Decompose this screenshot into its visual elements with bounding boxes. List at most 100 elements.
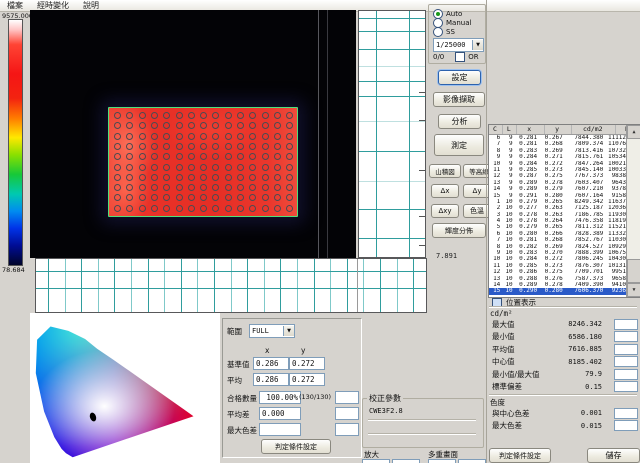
table-header-cell: C bbox=[489, 125, 503, 134]
measurement-point bbox=[286, 143, 293, 150]
measurement-point bbox=[212, 143, 219, 150]
menu-file[interactable]: 檔案 bbox=[0, 0, 30, 11]
measurement-point bbox=[262, 122, 269, 129]
radio-ss-icon[interactable] bbox=[433, 27, 443, 37]
scroll-up-icon[interactable]: ▲ bbox=[627, 125, 640, 139]
measurement-point bbox=[126, 174, 133, 181]
judge-result-box bbox=[335, 391, 359, 404]
or-checkbox[interactable] bbox=[455, 52, 465, 62]
multiscreen-field[interactable] bbox=[428, 459, 456, 463]
analyze-button[interactable]: 分析 bbox=[438, 114, 481, 129]
measurement-point bbox=[114, 184, 121, 191]
measurement-point bbox=[126, 153, 133, 160]
settings-button[interactable]: 設定 bbox=[438, 70, 481, 85]
profile-gridline bbox=[81, 259, 82, 312]
calibration-value: CWE3F2.8 bbox=[369, 407, 403, 415]
measurement-point bbox=[163, 164, 170, 171]
average-x-field[interactable]: 0.286 bbox=[253, 373, 289, 386]
measurement-point bbox=[262, 143, 269, 150]
judge-condition-button[interactable]: 判定條件設定 bbox=[261, 439, 331, 454]
measurement-point bbox=[126, 122, 133, 129]
measurement-point bbox=[139, 133, 146, 140]
shutter-select[interactable]: 1/25000 ▼ bbox=[433, 38, 484, 52]
profile-gridline bbox=[376, 11, 377, 257]
judge-condition-button[interactable]: 判定條件設定 bbox=[489, 448, 551, 463]
stats-panel: 最大值8246.342最小值6586.180平均值7616.885中心值8185… bbox=[492, 318, 638, 393]
measurement-point bbox=[200, 174, 207, 181]
ruler-tick bbox=[419, 120, 425, 121]
profile-gridline bbox=[359, 181, 425, 182]
chevron-down-icon[interactable]: ▼ bbox=[472, 40, 483, 50]
capture-settings-group: Auto Manual SS 1/25000 ▼ 0/0 OR bbox=[428, 4, 486, 64]
measurement-point bbox=[274, 122, 281, 129]
table-cell: 9236 bbox=[605, 288, 627, 294]
measurement-point bbox=[188, 184, 195, 191]
zoom-field[interactable] bbox=[392, 459, 420, 463]
measurement-point bbox=[212, 122, 219, 129]
measurement-point bbox=[188, 133, 195, 140]
measurement-point bbox=[139, 112, 146, 119]
zoom-field[interactable] bbox=[362, 459, 390, 463]
measurement-point bbox=[249, 184, 256, 191]
measurement-point bbox=[249, 164, 256, 171]
chevron-down-icon[interactable]: ▼ bbox=[283, 326, 294, 336]
range-label: 範圍 bbox=[227, 326, 242, 337]
measurement-table[interactable]: CLxycd/m2K 690.2810.2677844.38011112790.… bbox=[488, 124, 640, 298]
measurement-point bbox=[225, 133, 232, 140]
profile-cursor-line[interactable] bbox=[318, 10, 319, 258]
mountain-plot-button[interactable]: 山積図 bbox=[429, 164, 461, 178]
panel-divider bbox=[486, 0, 487, 463]
profile-gridline bbox=[181, 259, 182, 312]
measurement-point bbox=[200, 143, 207, 150]
measurement-point bbox=[262, 133, 269, 140]
capture-button[interactable]: 影像擷取 bbox=[433, 92, 485, 107]
average-label: 平均 bbox=[227, 375, 242, 386]
measurement-point bbox=[139, 174, 146, 181]
radio-ss-label: SS bbox=[446, 28, 455, 36]
luminance-dist-button[interactable]: 輝度分佈 bbox=[432, 223, 486, 238]
measurement-point bbox=[200, 122, 207, 129]
cie-panel bbox=[30, 313, 220, 463]
measurement-point bbox=[139, 164, 146, 171]
profile-gridline bbox=[164, 259, 165, 312]
profile-gridline bbox=[131, 259, 132, 312]
measurement-point bbox=[249, 153, 256, 160]
delta-xy-button[interactable]: Δxy bbox=[431, 204, 459, 218]
measurement-point bbox=[139, 205, 146, 212]
average-y-field[interactable]: 0.272 bbox=[289, 373, 325, 386]
measurement-point bbox=[200, 153, 207, 160]
measurement-point bbox=[114, 133, 121, 140]
table-row[interactable]: 15100.2900.2807606.3709236 bbox=[489, 288, 627, 294]
measurement-point bbox=[286, 184, 293, 191]
scroll-down-icon[interactable]: ▼ bbox=[627, 283, 640, 297]
range-select[interactable]: FULL ▼ bbox=[249, 324, 295, 338]
profile-cursor-line[interactable] bbox=[327, 10, 328, 258]
table-scrollbar[interactable]: ▲ ▼ bbox=[626, 125, 640, 297]
measure-button[interactable]: 測定 bbox=[434, 134, 484, 156]
radio-ss[interactable]: SS bbox=[433, 27, 455, 37]
measurement-point bbox=[286, 164, 293, 171]
measurement-point bbox=[274, 133, 281, 140]
save-button[interactable]: 儲存 bbox=[587, 448, 640, 463]
measurement-point bbox=[151, 205, 158, 212]
judge-result-box bbox=[335, 407, 359, 420]
measurement-point bbox=[212, 164, 219, 171]
measurement-point bbox=[212, 184, 219, 191]
image-view[interactable] bbox=[30, 10, 356, 258]
profile-gridline bbox=[36, 271, 426, 272]
measurement-point bbox=[225, 184, 232, 191]
judge-result-box bbox=[614, 408, 638, 419]
measurement-point bbox=[126, 194, 133, 201]
reference-x-field[interactable]: 0.286 bbox=[253, 357, 289, 370]
delta-x-button[interactable]: Δx bbox=[431, 184, 459, 198]
measurement-point bbox=[114, 122, 121, 129]
reference-y-field[interactable]: 0.272 bbox=[289, 357, 325, 370]
measurement-point bbox=[274, 184, 281, 191]
scrollbar-thumb[interactable] bbox=[627, 259, 640, 283]
measurement-point bbox=[225, 205, 232, 212]
profile-gridline bbox=[359, 121, 425, 122]
profile-gridline bbox=[359, 238, 425, 239]
judge-result-box bbox=[335, 423, 359, 436]
measurement-point bbox=[237, 184, 244, 191]
multiscreen-field[interactable] bbox=[458, 459, 486, 463]
